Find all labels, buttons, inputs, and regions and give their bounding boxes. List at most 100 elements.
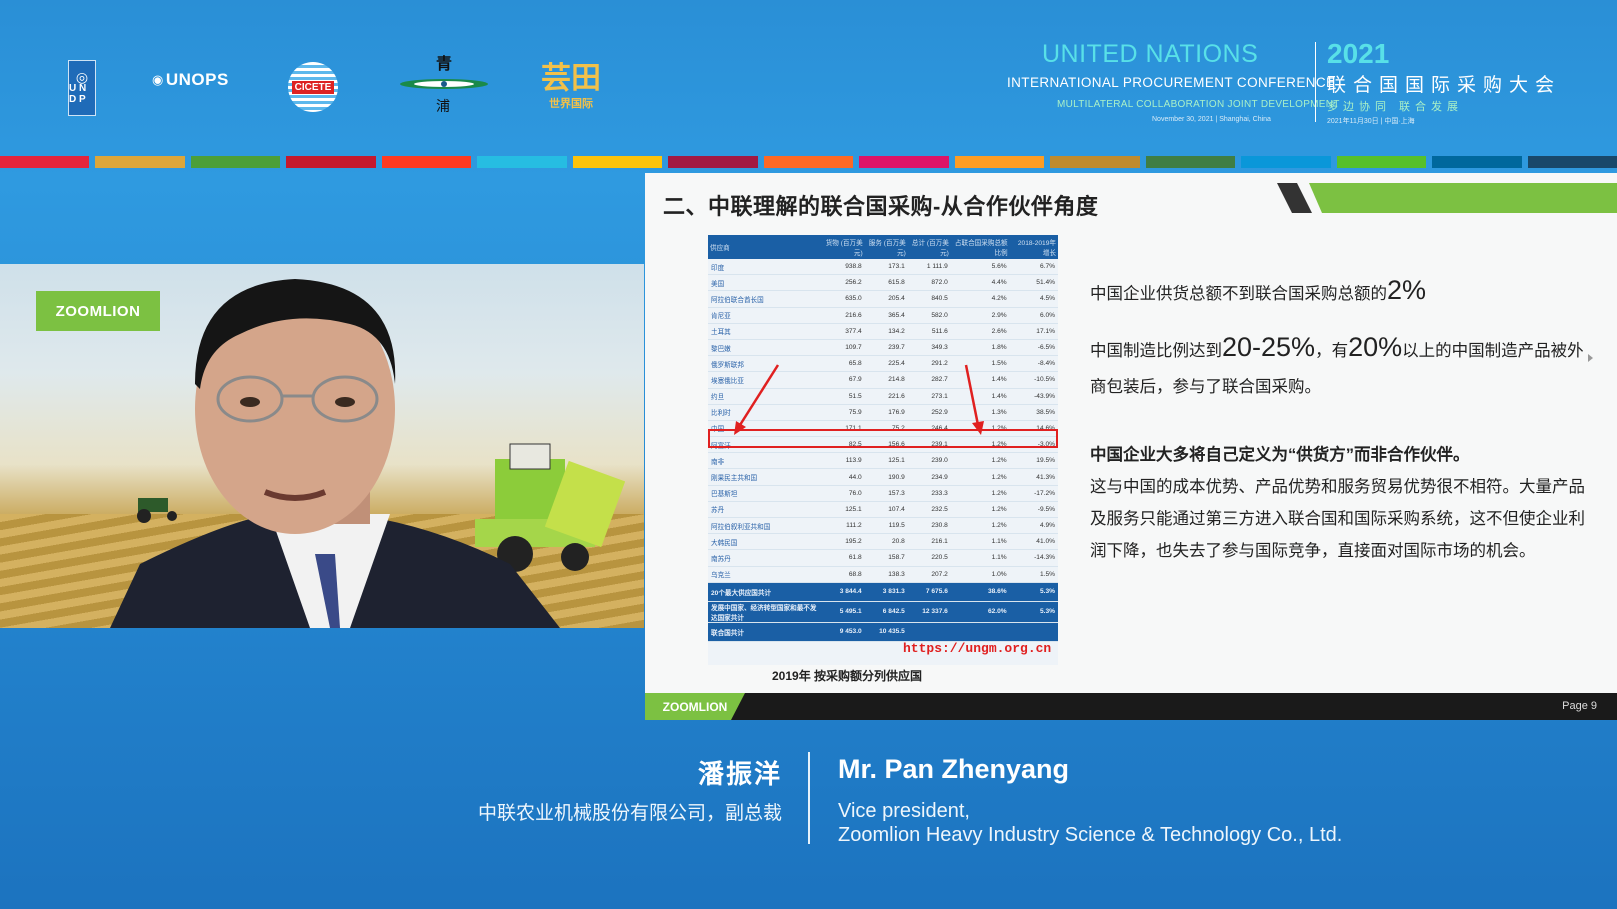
table-row: 美国 256.2 615.8 872.0 4.4% 51.4% [708, 274, 1058, 292]
table-cell: 216.1 [907, 533, 951, 551]
table-cell: 221.6 [864, 388, 908, 405]
table-cell: 365.4 [864, 307, 908, 324]
sdg-color-segment [572, 156, 663, 168]
table-cell: 17.1% [1009, 323, 1058, 340]
table-cell: 291.2 [907, 355, 951, 373]
table-cell: 125.1 [821, 501, 865, 519]
table-cell: 黎巴嫩 [708, 339, 822, 357]
unops-logo: ◉ UNOPS [152, 70, 229, 89]
sdg-color-segment [1432, 156, 1522, 168]
table-cell: 阿拉伯联合酋长国 [708, 290, 822, 308]
table-cell: 252.9 [907, 404, 951, 421]
table-cell: 230.8 [907, 517, 951, 535]
table-cell: 282.7 [907, 371, 951, 389]
table-cell: 土耳其 [708, 323, 822, 340]
table-cell: 埃塞俄比亚 [708, 371, 822, 389]
table-cell: 阿拉伯叙利亚共和国 [708, 517, 822, 535]
speaker-divider [808, 752, 810, 844]
supplier-table-image: 供应商 货物 (百万美元) 服务 (百万美元) 总计 (百万美元) 占联合国采购总额比例… [708, 235, 1058, 665]
table-cell: 1.5% [1009, 566, 1058, 583]
table-cell: 233.3 [907, 485, 951, 502]
table-cell: 1.2% [950, 501, 1010, 519]
table-cell: 75.2 [864, 420, 908, 438]
table-cell: 51.5 [821, 388, 865, 405]
table-cell: 2.9% [950, 307, 1010, 324]
table-cell: 615.8 [864, 274, 908, 292]
table-cell: 1.2% [950, 452, 1010, 470]
table-summary-row: 20个最大供应国共计 3 844.4 3 831.3 7 675.6 38.6% 5.3% [708, 582, 1058, 602]
table-cell: 62.0% [950, 601, 1010, 623]
table-row: 俄罗斯联邦 65.8 225.4 291.2 1.5% -8.4% [708, 355, 1058, 373]
table-cell: 3 844.4 [821, 582, 865, 602]
table-header-cell: 服务 (百万美元) [864, 235, 908, 259]
table-cell: 511.6 [907, 323, 951, 340]
table-cell: 113.9 [821, 452, 865, 470]
table-cell: 190.9 [864, 468, 908, 486]
table-cell: 10 435.5 [864, 622, 908, 642]
table-cell: 1.2% [950, 420, 1010, 438]
slide-page-number: Page 9 [1562, 700, 1597, 712]
table-cell: 阿富汗 [708, 436, 822, 454]
table-row: 比利时 75.9 176.9 252.9 1.3% 38.5% [708, 404, 1058, 421]
table-cell: 4.4% [950, 274, 1010, 292]
table-cell: 134.2 [864, 323, 908, 340]
sdg-color-segment [1527, 156, 1617, 168]
table-cell: 239.7 [864, 339, 908, 357]
table-cell: 67.9 [821, 371, 865, 389]
table-row: 南非 113.9 125.1 239.0 1.2% 19.5% [708, 452, 1058, 470]
table-cell: 41.3% [1009, 468, 1058, 486]
sdg-color-strip [0, 156, 1617, 168]
table-cell: 225.4 [864, 355, 908, 373]
table-row: 阿拉伯联合酋长国 635.0 205.4 840.5 4.2% 4.5% [708, 290, 1058, 308]
table-cell: 9 453.0 [821, 622, 865, 642]
table-cell: 苏丹 [708, 501, 822, 519]
table-cell: 5 495.1 [821, 601, 865, 623]
sdg-color-segment [1145, 156, 1236, 168]
table-cell: -3.0% [1009, 436, 1058, 454]
conference-title: UNITED NATIONS INTERNATIONAL PROCUREMENT… [1007, 38, 1562, 125]
table-row: 巴基斯坦 76.0 157.3 233.3 1.2% -17.2% [708, 485, 1058, 502]
table-row: 土耳其 377.4 134.2 511.6 2.6% 17.1% [708, 323, 1058, 340]
speaker-title-en-2: Zoomlion Heavy Industry Science & Techno… [838, 824, 1343, 846]
cicete-logo: CICETE [288, 62, 338, 112]
table-row: 黎巴嫩 109.7 239.7 349.3 1.8% -6.5% [708, 339, 1058, 357]
table-cell: 216.6 [821, 307, 865, 324]
table-cell: 207.2 [907, 566, 951, 583]
table-cell: 1.3% [950, 404, 1010, 421]
table-cell: 1.4% [950, 371, 1010, 389]
table-cell: 3 831.3 [864, 582, 908, 602]
table-row: 刚果民主共和国 44.0 190.9 234.9 1.2% 41.3% [708, 468, 1058, 486]
table-cell: 220.5 [907, 549, 951, 567]
table-cell: 印度 [708, 259, 822, 276]
table-summary-row: 联合国共计 9 453.0 10 435.5 [708, 622, 1058, 642]
table-cell: 1.2% [950, 436, 1010, 454]
speaker-name-cn: 潘振洋 [697, 759, 782, 789]
sdg-color-segment [668, 156, 758, 168]
table-cell: 840.5 [907, 290, 951, 308]
speaker-lower-third: 潘振洋 中联农业机械股份有限公司，副总裁 Mr. Pan Zhenyang Vi… [0, 740, 1617, 860]
zoomlion-slide-logo: ZOOMLION [645, 693, 745, 720]
table-cell: 51.4% [1009, 274, 1058, 292]
table-cell: 76.0 [821, 485, 865, 502]
slide-title-decoration [1277, 183, 1617, 213]
table-header-cell: 总计 (百万美元) [907, 235, 951, 259]
table-cell: -14.3% [1009, 549, 1058, 567]
table-cell: -9.5% [1009, 501, 1058, 519]
qingpu-logo: 青 浦 [398, 52, 490, 116]
table-summary-row: 发展中国家、经济转型国家和最不发达国家共计 5 495.1 6 842.5 12 33… [708, 601, 1058, 623]
partner-logo: 芸田 世界国际 [541, 62, 601, 111]
sdg-color-segment [1241, 156, 1331, 168]
table-cell: 1.2% [950, 485, 1010, 502]
table-cell: 肯尼亚 [708, 307, 822, 324]
table-cell: 246.4 [907, 420, 951, 438]
table-cell: 1.4% [950, 388, 1010, 405]
table-cell: 南苏丹 [708, 549, 822, 567]
table-row: 肯尼亚 216.6 365.4 582.0 2.9% 6.0% [708, 307, 1058, 324]
table-cell: 刚果民主共和国 [708, 468, 822, 486]
sdg-color-segment [0, 156, 90, 168]
table-cell: 5.6% [950, 259, 1010, 276]
table-row: 大韩民国 195.2 20.8 216.1 1.1% 41.0% [708, 533, 1058, 551]
table-header-cell: 货物 (百万美元) [821, 235, 865, 259]
slide-title: 二、中联理解的联合国采购-从合作伙伴角度 [663, 194, 1099, 219]
table-cell: 6.0% [1009, 307, 1058, 324]
